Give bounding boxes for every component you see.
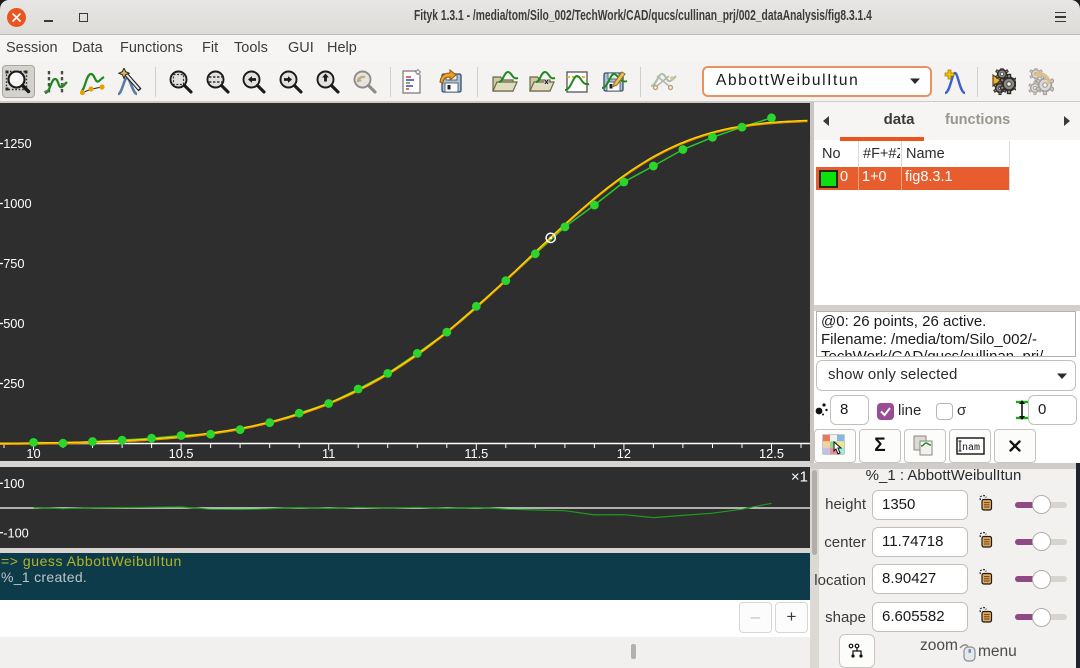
svg-text:1000: 1000 xyxy=(3,196,31,211)
svg-text:11.5: 11.5 xyxy=(464,446,488,461)
svg-text:11: 11 xyxy=(322,446,335,461)
svg-text:×1: ×1 xyxy=(791,468,808,485)
svg-text:10: 10 xyxy=(26,446,40,461)
svg-text:250: 250 xyxy=(3,376,24,391)
svg-text:-100: -100 xyxy=(3,525,29,540)
svg-text:100: 100 xyxy=(3,476,24,491)
svg-text:10.5: 10.5 xyxy=(169,446,194,461)
svg-text:nam: nam xyxy=(962,443,980,454)
svg-text:750: 750 xyxy=(3,256,24,271)
svg-text:12.5: 12.5 xyxy=(759,446,784,461)
svg-text:500: 500 xyxy=(3,316,24,331)
svg-text:12: 12 xyxy=(617,446,631,461)
svg-text:1250: 1250 xyxy=(3,136,31,151)
